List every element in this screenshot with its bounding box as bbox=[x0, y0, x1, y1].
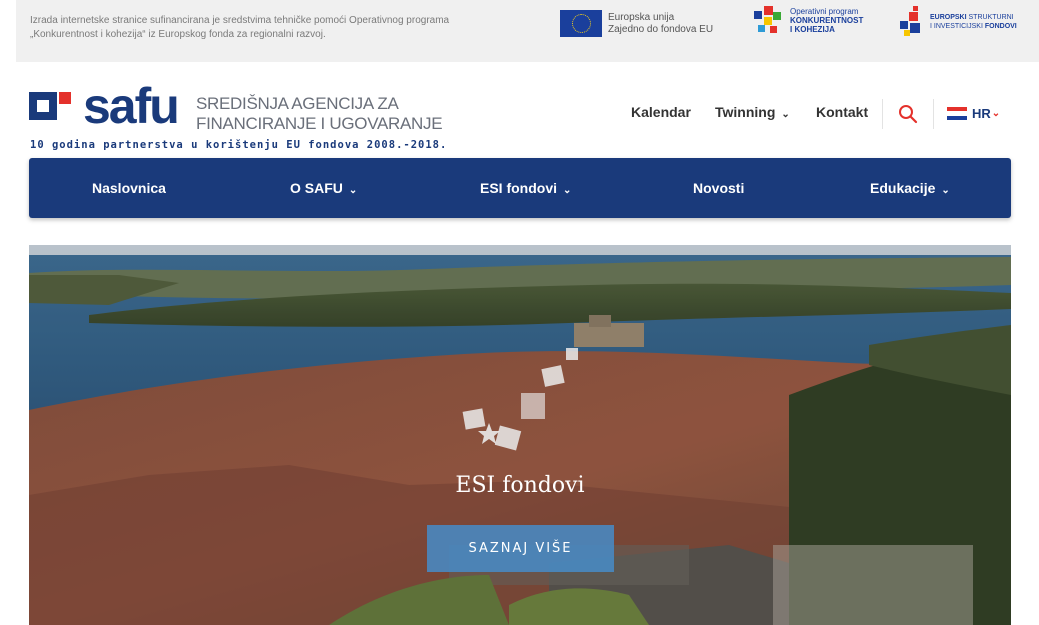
hero-read-more-button[interactable]: SAZNAJ VIŠE bbox=[427, 525, 614, 572]
eu-logo[interactable]: Europska unija Zajedno do fondova EU bbox=[560, 10, 713, 37]
funding-notice-line2: „Konkurentnost i kohezija“ iz Europskog … bbox=[30, 29, 326, 40]
safu-logo-text: safu bbox=[83, 78, 180, 134]
chevron-down-icon: ⌄ bbox=[941, 185, 950, 196]
language-selector[interactable]: HR ⌄ bbox=[947, 106, 1000, 121]
agency-name-line2: FINANCIRANJE I UGOVARANJE bbox=[196, 114, 443, 133]
eu-logo-line2: Zajedno do fondova EU bbox=[608, 23, 714, 35]
op-logo-line2: KONKURENTNOST bbox=[790, 15, 864, 25]
nav-item-novosti[interactable]: Novosti bbox=[693, 180, 744, 196]
nav-calendar[interactable]: Kalendar bbox=[631, 104, 691, 120]
esi-logo-word2: STRUKTURNI bbox=[968, 14, 1014, 21]
nav-contact[interactable]: Kontakt bbox=[816, 104, 868, 120]
nav-item-edukacije-label: Edukacije bbox=[870, 180, 936, 196]
nav-twinning-label: Twinning bbox=[715, 104, 776, 120]
nav-item-esi-fondovi-label: ESI fondovi bbox=[480, 180, 557, 196]
main-navigation: Naslovnica O SAFU ⌄ ESI fondovi ⌄ Novosti … bbox=[29, 158, 1011, 218]
esi-funds-logo[interactable]: EUROPSKI STRUKTURNI I INVESTICIJSKI FOND… bbox=[898, 6, 1017, 38]
safu-logo[interactable]: safu bbox=[29, 78, 180, 134]
nav-item-naslovnica[interactable]: Naslovnica bbox=[92, 180, 166, 196]
eu-flag-icon bbox=[560, 10, 602, 37]
esi-logo-word4: FONDOVI bbox=[984, 23, 1017, 30]
nav-twinning[interactable]: Twinning ⌄ bbox=[715, 104, 790, 120]
eu-logo-line1: Europska unija bbox=[608, 11, 675, 23]
op-logo-line3: I KOHEZIJA bbox=[790, 24, 835, 34]
chevron-down-icon: ⌄ bbox=[991, 108, 1001, 119]
funding-bar: Izrada internetske stranice sufinanciran… bbox=[16, 0, 1039, 62]
esi-logo-word3: I INVESTICIJSKI bbox=[930, 23, 983, 30]
tagline: 10 godina partnerstva u korištenju EU fo… bbox=[30, 139, 448, 151]
op-logo-line1: Operativni program bbox=[790, 6, 859, 16]
funding-notice-line1: Izrada internetske stranice sufinanciran… bbox=[30, 15, 450, 26]
search-icon[interactable] bbox=[898, 104, 918, 124]
nav-item-esi-fondovi[interactable]: ESI fondovi ⌄ bbox=[480, 180, 571, 196]
croatia-flag-icon bbox=[947, 107, 967, 120]
nav-divider bbox=[933, 99, 934, 129]
hero-banner: ESI fondovi SAZNAJ VIŠE bbox=[29, 245, 1011, 625]
op-logo-icon bbox=[754, 6, 782, 34]
op-konkurentnost-logo[interactable]: Operativni program KONKURENTNOST I KOHEZ… bbox=[754, 6, 863, 34]
esi-logo-word1: EUROPSKI bbox=[930, 14, 967, 21]
nav-item-o-safu-label: O SAFU bbox=[290, 180, 343, 196]
safu-logo-mark-icon bbox=[29, 88, 75, 124]
hero-title: ESI fondovi bbox=[455, 473, 585, 498]
chevron-down-icon: ⌄ bbox=[348, 185, 358, 196]
chevron-down-icon: ⌄ bbox=[563, 185, 572, 196]
chevron-down-icon: ⌄ bbox=[781, 109, 790, 120]
esi-logo-icon bbox=[898, 6, 924, 38]
language-label: HR bbox=[972, 106, 991, 121]
nav-item-edukacije[interactable]: Edukacije ⌄ bbox=[870, 180, 950, 196]
nav-divider bbox=[882, 99, 883, 129]
agency-name-line1: SREDIŠNJA AGENCIJA ZA bbox=[196, 94, 399, 113]
nav-item-o-safu[interactable]: O SAFU ⌄ bbox=[290, 180, 357, 196]
agency-name: SREDIŠNJA AGENCIJA ZA FINANCIRANJE I UGO… bbox=[196, 94, 443, 134]
funding-notice: Izrada internetske stranice sufinanciran… bbox=[30, 14, 490, 42]
